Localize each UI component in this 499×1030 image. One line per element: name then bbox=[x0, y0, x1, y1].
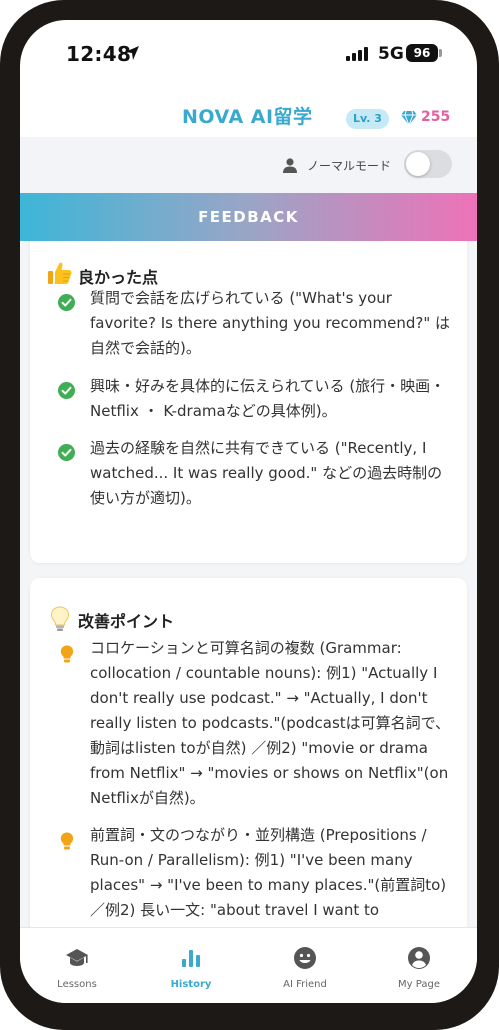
smiley-icon bbox=[294, 947, 316, 969]
bar-chart-icon bbox=[182, 950, 200, 967]
good-point-item: 興味・好みを具体的に伝えられている (旅行・映画・Netflix ・ K-dra… bbox=[90, 377, 446, 420]
feedback-banner: FEEDBACK bbox=[20, 193, 477, 241]
improvement-title: 改善ポイント bbox=[78, 612, 175, 631]
app-title: NOVA AI留学 bbox=[182, 106, 313, 128]
screen: 12:48 5G 96 NOVA AI留学 Lv. 3 255 ノーマルモード … bbox=[20, 20, 477, 1003]
check-icon bbox=[58, 444, 75, 461]
user-icon bbox=[283, 158, 297, 173]
tab-label-history: History bbox=[170, 979, 212, 990]
lightbulb-icon bbox=[50, 606, 70, 631]
improvement-item: 前置詞・文のつながり・並列構造 (Prepositions / Run-on /… bbox=[90, 826, 447, 919]
battery-icon: 96 bbox=[406, 44, 438, 62]
battery-level: 96 bbox=[413, 46, 431, 60]
tab-label-lessons: Lessons bbox=[57, 979, 97, 990]
normal-mode-toggle[interactable] bbox=[404, 150, 452, 178]
tab-bar: Lessons History AI Friend My Page bbox=[20, 927, 477, 1003]
bulb-icon bbox=[60, 645, 74, 663]
tab-label-my-page: My Page bbox=[398, 979, 440, 990]
location-arrow-icon bbox=[125, 46, 139, 60]
battery-tip bbox=[439, 49, 442, 57]
toggle-knob bbox=[406, 152, 430, 176]
status-time: 12:48 bbox=[66, 42, 132, 66]
bulb-icon bbox=[60, 832, 74, 850]
status-bar: 12:48 5G 96 bbox=[20, 20, 477, 84]
tab-ai-friend[interactable]: AI Friend bbox=[248, 928, 362, 1003]
network-type: 5G bbox=[378, 44, 404, 64]
mode-label: ノーマルモード bbox=[307, 159, 392, 173]
good-points-title: 良かった点 bbox=[78, 268, 159, 287]
tab-lessons[interactable]: Lessons bbox=[20, 928, 134, 1003]
level-badge[interactable]: Lv. 3 bbox=[346, 109, 389, 129]
signal-icon bbox=[346, 47, 368, 61]
gem-count[interactable]: 255 bbox=[421, 109, 450, 125]
device-frame: 12:48 5G 96 NOVA AI留学 Lv. 3 255 ノーマルモード … bbox=[0, 0, 499, 1030]
user-circle-icon bbox=[408, 947, 430, 969]
feedback-title: FEEDBACK bbox=[198, 208, 299, 226]
gem-icon bbox=[401, 111, 417, 125]
good-point-item: 過去の経験を自然に共有できている ("Recently, I watched..… bbox=[90, 439, 443, 507]
improvement-card: 改善ポイント コロケーションと可算名詞の複数 (Grammar: colloca… bbox=[30, 578, 467, 927]
feedback-content[interactable]: 良かった点 質問で会話を広げられている ("What's your favori… bbox=[20, 241, 477, 927]
improvement-item: コロケーションと可算名詞の複数 (Grammar: collocation / … bbox=[90, 639, 451, 807]
check-icon bbox=[58, 382, 75, 399]
tab-label-ai-friend: AI Friend bbox=[283, 979, 327, 990]
check-icon bbox=[58, 294, 75, 311]
tab-history[interactable]: History bbox=[134, 928, 248, 1003]
good-points-card: 良かった点 質問で会話を広げられている ("What's your favori… bbox=[30, 241, 467, 563]
tab-my-page[interactable]: My Page bbox=[362, 928, 476, 1003]
mode-bar: ノーマルモード bbox=[20, 137, 477, 193]
good-point-item: 質問で会話を広げられている ("What's your favorite? Is… bbox=[90, 289, 451, 357]
thumbs-up-icon bbox=[48, 262, 72, 284]
graduation-cap-icon bbox=[66, 949, 88, 966]
